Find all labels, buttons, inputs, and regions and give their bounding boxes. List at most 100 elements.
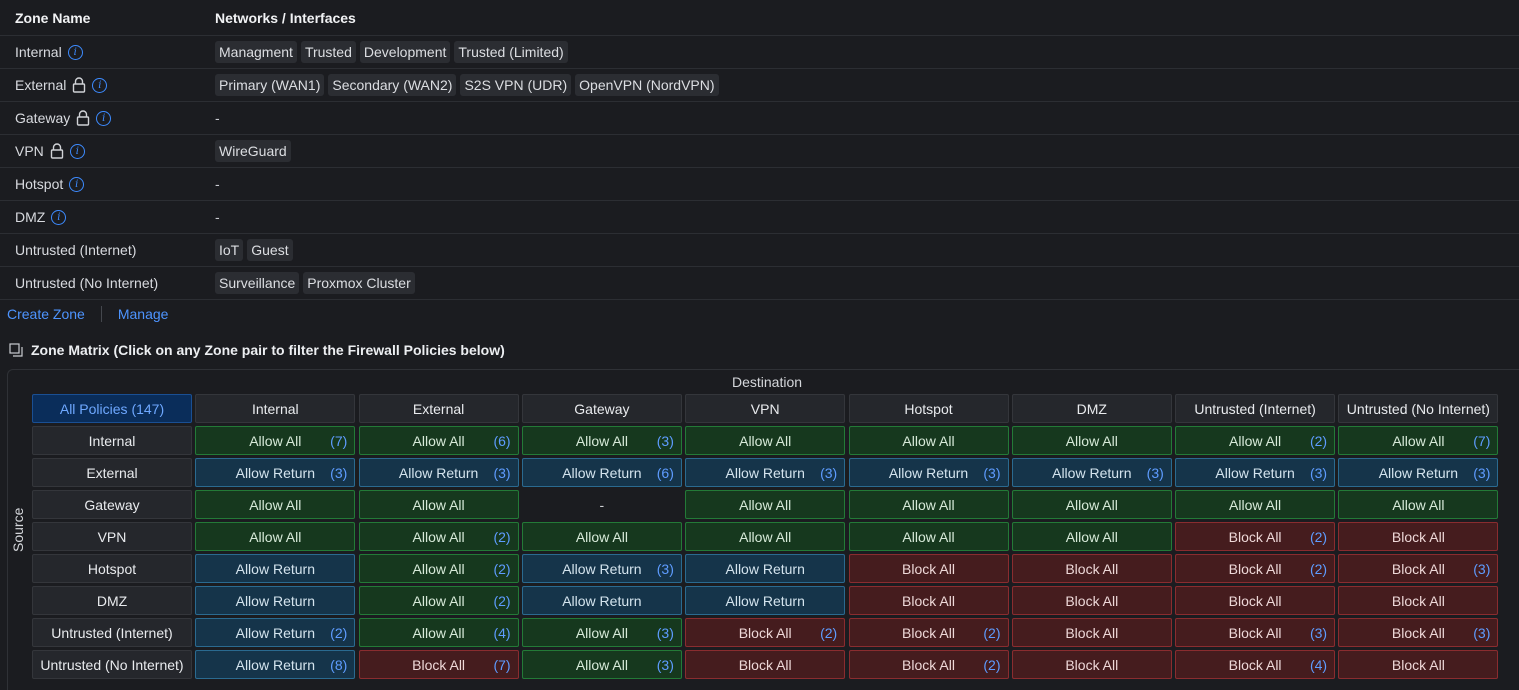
matrix-cell[interactable]: Block All (2) bbox=[1175, 522, 1336, 551]
matrix-cell[interactable]: Allow Return (3) bbox=[1338, 458, 1499, 487]
matrix-cell[interactable]: Allow All bbox=[195, 490, 356, 519]
info-icon[interactable]: i bbox=[69, 176, 85, 192]
matrix-cell[interactable]: Allow All bbox=[848, 522, 1009, 551]
matrix-col-header[interactable]: Gateway bbox=[521, 394, 682, 423]
matrix-row-header[interactable]: DMZ bbox=[32, 586, 192, 615]
copy-icon[interactable] bbox=[9, 343, 23, 357]
matrix-cell[interactable]: Allow All (3) bbox=[521, 426, 682, 455]
matrix-cell[interactable]: Allow Return (3) bbox=[848, 458, 1009, 487]
matrix-col-header[interactable]: DMZ bbox=[1011, 394, 1172, 423]
zone-row[interactable]: Gateway i - bbox=[0, 102, 1519, 135]
matrix-cell[interactable]: Block All bbox=[1011, 618, 1172, 647]
matrix-cell[interactable]: Block All (2) bbox=[848, 650, 1009, 679]
matrix-cell[interactable]: Allow All (3) bbox=[521, 618, 682, 647]
network-chip[interactable]: Primary (WAN1) bbox=[215, 74, 325, 96]
matrix-cell[interactable]: Allow Return (3) bbox=[1175, 458, 1336, 487]
matrix-cell[interactable]: Allow All (2) bbox=[1175, 426, 1336, 455]
matrix-col-header[interactable]: Untrusted (Internet) bbox=[1175, 394, 1336, 423]
zone-row[interactable]: External i Primary (WAN1) Secondary (WAN2) S… bbox=[0, 69, 1519, 102]
matrix-cell[interactable]: Block All bbox=[848, 554, 1009, 583]
network-chip[interactable]: Proxmox Cluster bbox=[303, 272, 415, 294]
matrix-cell[interactable]: Block All bbox=[685, 650, 846, 679]
network-chip[interactable]: Development bbox=[359, 41, 451, 63]
network-chip[interactable]: Secondary (WAN2) bbox=[328, 74, 457, 96]
matrix-col-header[interactable]: Internal bbox=[195, 394, 356, 423]
matrix-cell[interactable]: Allow All (2) bbox=[358, 554, 519, 583]
matrix-col-header[interactable]: External bbox=[358, 394, 519, 423]
matrix-cell[interactable]: Allow Return (2) bbox=[195, 618, 356, 647]
matrix-cell[interactable]: Allow All bbox=[848, 490, 1009, 519]
matrix-row-header[interactable]: External bbox=[32, 458, 192, 487]
info-icon[interactable]: i bbox=[92, 77, 108, 93]
info-icon[interactable]: i bbox=[67, 44, 83, 60]
matrix-row-header[interactable]: Internal bbox=[32, 426, 192, 455]
matrix-cell[interactable]: Block All (3) bbox=[1175, 618, 1336, 647]
matrix-cell[interactable]: Allow Return (3) bbox=[685, 458, 846, 487]
matrix-cell[interactable]: Allow All (2) bbox=[358, 586, 519, 615]
network-chip[interactable]: IoT bbox=[215, 239, 244, 261]
matrix-cell[interactable]: Block All (3) bbox=[1338, 618, 1499, 647]
matrix-cell[interactable]: Block All (3) bbox=[1338, 554, 1499, 583]
matrix-cell[interactable]: Allow All bbox=[685, 490, 846, 519]
matrix-cell[interactable]: Allow All bbox=[1011, 490, 1172, 519]
matrix-cell[interactable]: Allow All (4) bbox=[358, 618, 519, 647]
matrix-cell[interactable]: Allow All bbox=[1338, 490, 1499, 519]
network-chip[interactable]: Trusted bbox=[300, 41, 356, 63]
matrix-cell[interactable]: Block All (2) bbox=[848, 618, 1009, 647]
matrix-cell[interactable]: Allow All bbox=[1175, 490, 1336, 519]
matrix-col-header[interactable]: Hotspot bbox=[848, 394, 1009, 423]
matrix-cell[interactable]: Block All bbox=[1338, 522, 1499, 551]
matrix-cell[interactable]: Allow Return bbox=[195, 554, 356, 583]
matrix-cell[interactable]: Allow Return bbox=[685, 586, 846, 615]
matrix-cell[interactable]: Allow Return (3) bbox=[521, 554, 682, 583]
zone-row[interactable]: Untrusted (Internet) IoT Guest bbox=[0, 234, 1519, 267]
create-zone-link[interactable]: Create Zone bbox=[7, 306, 85, 322]
matrix-cell[interactable]: Block All bbox=[1338, 586, 1499, 615]
zone-row[interactable]: DMZ i - bbox=[0, 201, 1519, 234]
network-chip[interactable]: Guest bbox=[247, 239, 293, 261]
matrix-cell[interactable]: Block All (7) bbox=[358, 650, 519, 679]
matrix-cell[interactable]: Allow Return bbox=[195, 586, 356, 615]
network-chip[interactable]: Surveillance bbox=[215, 272, 300, 294]
matrix-cell[interactable]: Block All (2) bbox=[1175, 554, 1336, 583]
network-chip[interactable]: Trusted (Limited) bbox=[454, 41, 568, 63]
matrix-cell[interactable]: Block All (2) bbox=[685, 618, 846, 647]
matrix-row-header[interactable]: VPN bbox=[32, 522, 192, 551]
matrix-cell[interactable]: Allow All bbox=[358, 490, 519, 519]
matrix-cell[interactable]: Block All bbox=[1011, 650, 1172, 679]
info-icon[interactable]: i bbox=[96, 110, 112, 126]
matrix-row-header[interactable]: Untrusted (No Internet) bbox=[32, 650, 192, 679]
matrix-row-header[interactable]: Hotspot bbox=[32, 554, 192, 583]
matrix-cell[interactable]: Allow Return (3) bbox=[358, 458, 519, 487]
matrix-cell[interactable]: Allow All bbox=[1011, 522, 1172, 551]
matrix-row-header[interactable]: Gateway bbox=[32, 490, 192, 519]
matrix-cell[interactable]: Block All bbox=[848, 586, 1009, 615]
matrix-cell[interactable]: Allow All bbox=[848, 426, 1009, 455]
network-chip[interactable]: WireGuard bbox=[215, 140, 291, 162]
matrix-cell[interactable]: Allow Return (3) bbox=[1011, 458, 1172, 487]
matrix-cell[interactable]: Allow All bbox=[1011, 426, 1172, 455]
manage-link[interactable]: Manage bbox=[118, 306, 169, 322]
matrix-cell[interactable]: Block All bbox=[1175, 586, 1336, 615]
matrix-cell[interactable]: Allow All (2) bbox=[358, 522, 519, 551]
matrix-cell[interactable]: Allow Return (6) bbox=[521, 458, 682, 487]
matrix-cell[interactable]: Allow All bbox=[521, 522, 682, 551]
network-chip[interactable]: OpenVPN (NordVPN) bbox=[575, 74, 719, 96]
info-icon[interactable]: i bbox=[69, 143, 85, 159]
matrix-col-header[interactable]: Untrusted (No Internet) bbox=[1338, 394, 1499, 423]
matrix-cell[interactable]: Allow All bbox=[685, 522, 846, 551]
matrix-cell[interactable]: Allow Return bbox=[685, 554, 846, 583]
matrix-cell[interactable]: Allow Return (3) bbox=[195, 458, 356, 487]
matrix-cell[interactable]: Block All bbox=[1338, 650, 1499, 679]
matrix-cell[interactable]: Allow Return bbox=[521, 586, 682, 615]
zone-row[interactable]: Hotspot i - bbox=[0, 168, 1519, 201]
matrix-cell[interactable]: Allow All bbox=[685, 426, 846, 455]
matrix-row-header[interactable]: Untrusted (Internet) bbox=[32, 618, 192, 647]
zone-row[interactable]: Untrusted (No Internet) Surveillance Proxm… bbox=[0, 267, 1519, 300]
matrix-cell[interactable]: Block All bbox=[1011, 554, 1172, 583]
matrix-cell[interactable]: Allow All bbox=[195, 522, 356, 551]
matrix-cell[interactable]: Block All (4) bbox=[1175, 650, 1336, 679]
all-policies-button[interactable]: All Policies (147) bbox=[32, 394, 192, 423]
network-chip[interactable]: S2S VPN (UDR) bbox=[460, 74, 572, 96]
matrix-col-header[interactable]: VPN bbox=[685, 394, 846, 423]
